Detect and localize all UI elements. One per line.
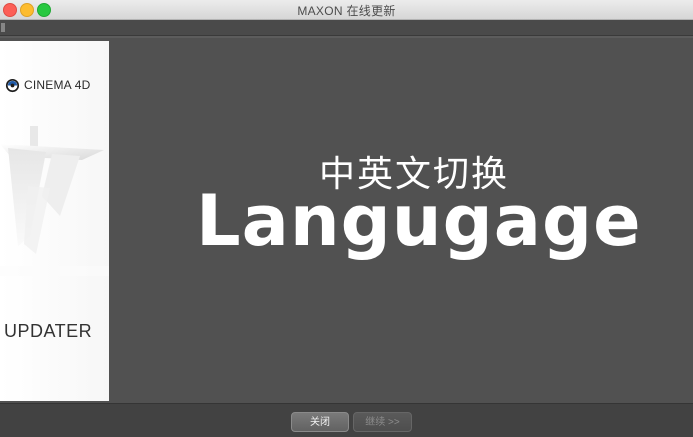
title-bar: MAXON 在线更新 [0,0,693,20]
divider [0,36,693,38]
brand-name: CINEMA 4D [24,78,91,92]
toolbar-strip [0,20,693,36]
continue-button[interactable]: 继续 >> [353,412,412,432]
cinema4d-logo: CINEMA 4D [5,77,90,93]
close-button[interactable]: 关闭 [291,412,349,432]
side-panel: CINEMA 4D UPDATER [0,41,109,401]
bottom-bar: 关闭 继续 >> [0,403,693,437]
cinema4d-logo-icon [5,78,20,92]
grip-handle-icon[interactable] [1,23,5,32]
headline-english: Langugage [196,180,642,262]
product-title: UPDATER [4,321,93,341]
updater-window: MAXON 在线更新 CINEMA 4D UPDATER 中英文切换 Langu… [0,0,693,437]
main-content: 中英文切换 Langugage [110,41,693,401]
version-emblem-icon [0,126,109,276]
window-title: MAXON 在线更新 [297,4,396,18]
